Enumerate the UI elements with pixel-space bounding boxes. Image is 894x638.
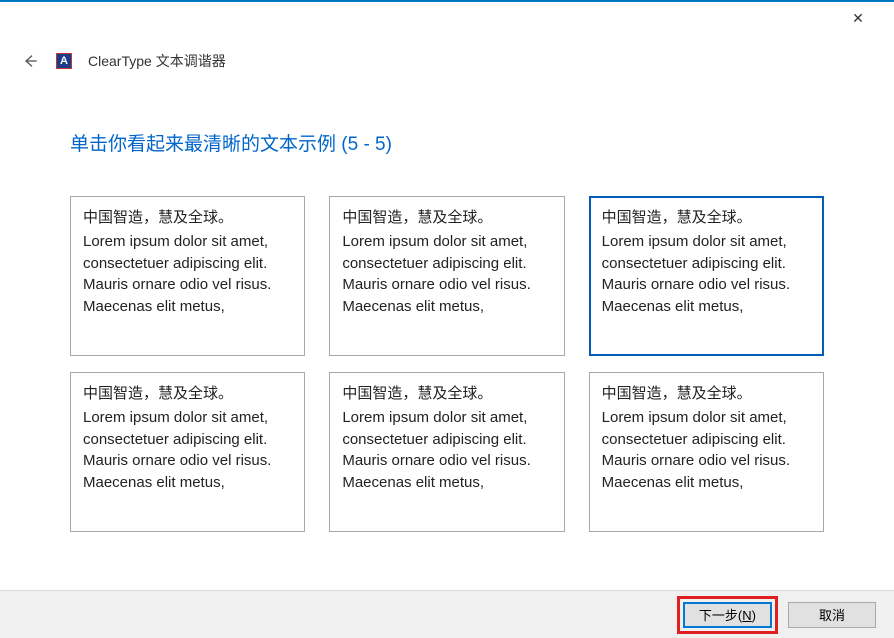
text-sample-1[interactable]: 中国智造，慧及全球。 Lorem ipsum dolor sit amet, co…: [70, 196, 305, 356]
next-button[interactable]: 下一步(N): [683, 602, 772, 628]
content-area: 单击你看起来最清晰的文本示例 (5 - 5) 中国智造，慧及全球。 Lorem i…: [0, 79, 894, 552]
text-sample-2[interactable]: 中国智造，慧及全球。 Lorem ipsum dolor sit amet, co…: [329, 196, 564, 356]
sample-latin-text: Lorem ipsum dolor sit amet, consectetuer…: [342, 233, 530, 315]
header: A ClearType 文本调谐器: [0, 35, 894, 79]
sample-cn-text: 中国智造，慧及全球。: [83, 207, 292, 229]
sample-latin-text: Lorem ipsum dolor sit amet, consectetuer…: [342, 409, 530, 491]
footer: 下一步(N) 取消: [0, 590, 894, 638]
sample-cn-text: 中国智造，慧及全球。: [342, 207, 551, 229]
sample-latin-text: Lorem ipsum dolor sit amet, consectetuer…: [83, 409, 271, 491]
text-sample-5[interactable]: 中国智造，慧及全球。 Lorem ipsum dolor sit amet, co…: [329, 372, 564, 532]
sample-grid: 中国智造，慧及全球。 Lorem ipsum dolor sit amet, co…: [70, 196, 824, 532]
close-icon: ✕: [852, 10, 864, 27]
highlight-box: 下一步(N): [677, 596, 778, 634]
sample-cn-text: 中国智造，慧及全球。: [602, 207, 811, 229]
sample-cn-text: 中国智造，慧及全球。: [342, 383, 551, 405]
sample-latin-text: Lorem ipsum dolor sit amet, consectetuer…: [602, 233, 790, 315]
back-button[interactable]: [20, 51, 40, 71]
close-button[interactable]: ✕: [836, 4, 880, 34]
text-sample-4[interactable]: 中国智造，慧及全球。 Lorem ipsum dolor sit amet, co…: [70, 372, 305, 532]
sample-latin-text: Lorem ipsum dolor sit amet, consectetuer…: [602, 409, 790, 491]
next-button-label: 下一步(N): [699, 605, 756, 624]
page-heading: 单击你看起来最清晰的文本示例 (5 - 5): [70, 129, 824, 156]
cancel-button[interactable]: 取消: [788, 602, 876, 628]
back-arrow-icon: [22, 53, 38, 69]
titlebar: ✕: [0, 2, 894, 35]
app-icon-letter: A: [60, 55, 68, 67]
text-sample-6[interactable]: 中国智造，慧及全球。 Lorem ipsum dolor sit amet, co…: [589, 372, 824, 532]
sample-cn-text: 中国智造，慧及全球。: [602, 383, 811, 405]
window-title: ClearType 文本调谐器: [88, 51, 226, 71]
app-icon: A: [56, 53, 72, 69]
sample-latin-text: Lorem ipsum dolor sit amet, consectetuer…: [83, 233, 271, 315]
sample-cn-text: 中国智造，慧及全球。: [83, 383, 292, 405]
text-sample-3[interactable]: 中国智造，慧及全球。 Lorem ipsum dolor sit amet, co…: [589, 196, 824, 356]
